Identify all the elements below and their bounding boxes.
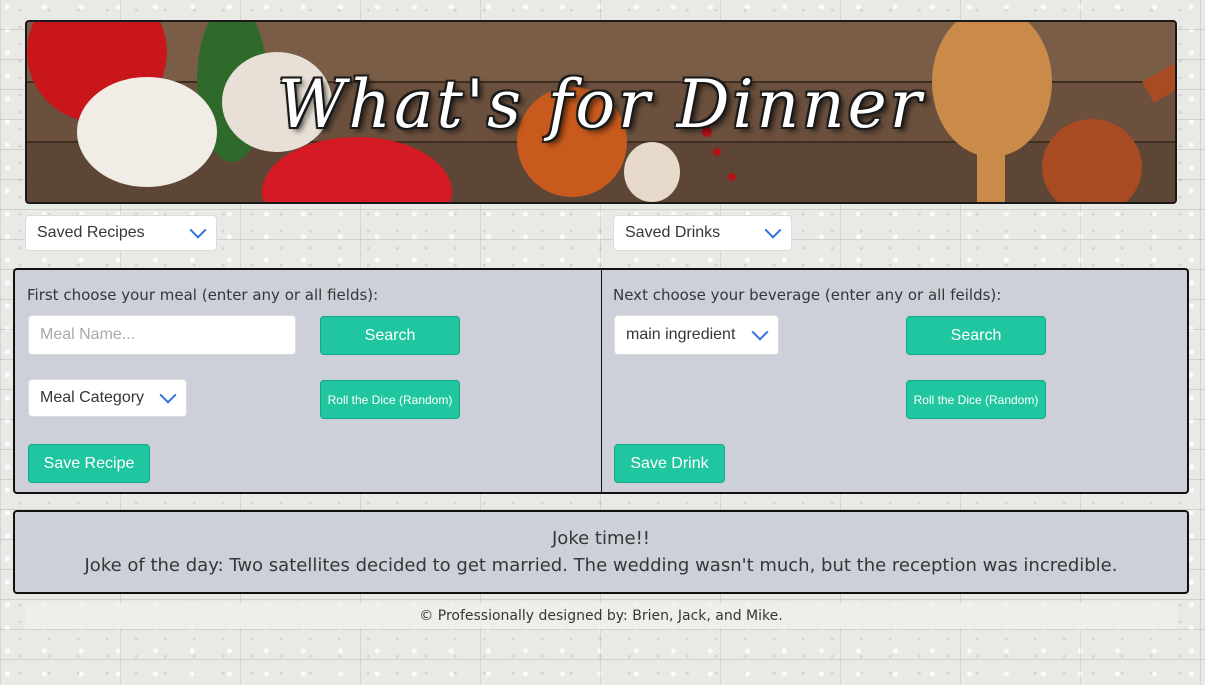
saved-recipes-dropdown[interactable]: Saved Recipes: [25, 215, 217, 251]
meal-instruction: First choose your meal (enter any or all…: [27, 286, 379, 304]
banner-title: What's for Dinner: [277, 66, 925, 143]
joke-panel: Joke time!! Joke of the day: Two satelli…: [13, 510, 1189, 594]
header-banner: What's for Dinner: [25, 20, 1177, 204]
chevron-down-icon: [751, 323, 769, 341]
main-ingredient-dropdown[interactable]: main ingredient: [614, 315, 779, 355]
chevron-down-icon: [764, 221, 782, 239]
drink-instruction: Next choose your beverage (enter any or …: [613, 286, 1002, 304]
drink-panel: Next choose your beverage (enter any or …: [601, 268, 1189, 494]
main-ingredient-label: main ingredient: [626, 326, 736, 343]
chevron-down-icon: [189, 221, 207, 239]
chevron-down-icon: [159, 386, 177, 404]
meal-panel: First choose your meal (enter any or all…: [13, 268, 602, 494]
saved-drinks-dropdown[interactable]: Saved Drinks: [613, 215, 792, 251]
saved-drinks-label: Saved Drinks: [625, 224, 721, 241]
meal-category-dropdown[interactable]: Meal Category: [28, 379, 187, 417]
joke-text: Joke of the day: Two satellites decided …: [84, 555, 1118, 576]
meal-category-label: Meal Category: [40, 389, 145, 406]
save-recipe-button[interactable]: Save Recipe: [28, 444, 150, 483]
footer-credits: © Professionally designed by: Brien, Jac…: [25, 603, 1177, 629]
drink-search-button[interactable]: Search: [906, 316, 1046, 355]
save-drink-button[interactable]: Save Drink: [614, 444, 725, 483]
meal-random-button[interactable]: Roll the Dice (Random): [320, 380, 460, 419]
saved-recipes-label: Saved Recipes: [37, 224, 145, 241]
meal-name-input[interactable]: [28, 315, 296, 355]
joke-title: Joke time!!: [552, 528, 650, 549]
meal-search-button[interactable]: Search: [320, 316, 460, 355]
drink-random-button[interactable]: Roll the Dice (Random): [906, 380, 1046, 419]
